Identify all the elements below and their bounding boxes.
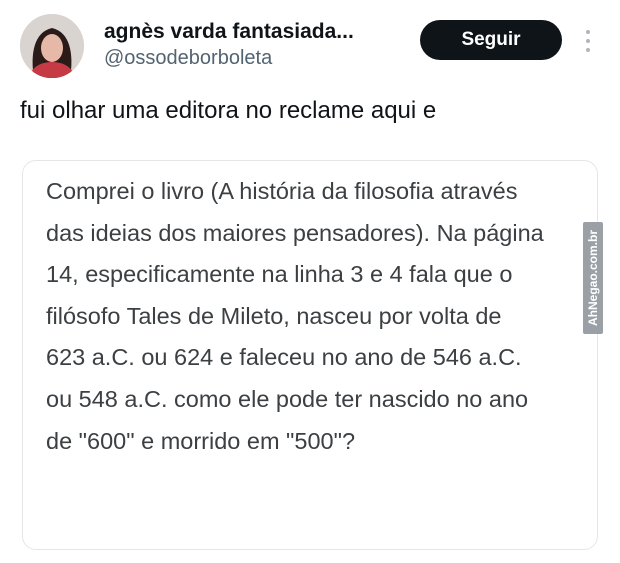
display-name[interactable]: agnès varda fantasiada... [104,20,354,44]
quote-text: Comprei o livro (A história da filosofia… [46,178,544,454]
watermark: AhNegao.com.br [583,222,603,334]
user-handle[interactable]: @ossodeborboleta [104,47,272,70]
watermark-text: AhNegao.com.br [586,229,600,327]
profile-photo [20,14,84,78]
follow-button[interactable]: Seguir [420,20,562,60]
more-options-button[interactable] [582,26,594,56]
vertical-ellipsis-icon [586,30,590,52]
tweet-text: fui olhar uma editora no reclame aqui e [20,97,437,124]
avatar[interactable] [20,14,84,78]
